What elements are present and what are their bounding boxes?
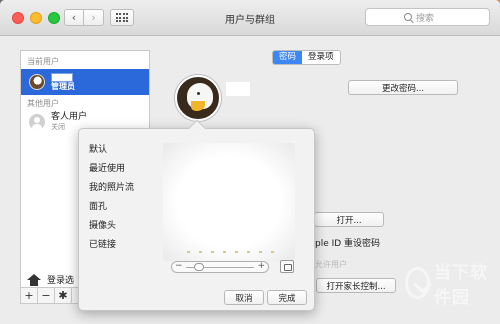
eagle-beak [191,101,205,111]
apple-id-reset-label: ple ID 重设密码 [315,239,381,249]
popover-arrow [188,119,206,137]
user-role: 管理员 [51,81,75,91]
zoom-thumb[interactable] [194,263,204,271]
house-icon [27,273,41,286]
tab-login-items[interactable]: 登录项 [302,51,340,64]
gear-icon[interactable]: ✱ [55,288,72,303]
back-button[interactable]: ‹ [64,9,84,26]
eagle-eye [197,92,200,95]
watermark-text: 当下软件园 [434,263,489,308]
zoom-out-icon: − [175,261,183,271]
camera-icon[interactable] [280,260,294,273]
done-button[interactable]: 完成 [267,290,307,305]
menu-item-camera[interactable]: 摄像头 [89,217,134,236]
zoom-in-icon: + [257,261,265,271]
cancel-button[interactable]: 取消 [224,290,264,305]
change-password-button[interactable]: 更改密码... [348,80,458,95]
avatar [29,74,45,90]
menu-item-photo-stream[interactable]: 我的照片流 [89,179,134,198]
user-item-admin[interactable]: 管理员 [21,69,149,95]
menu-item-recent[interactable]: 最近使用 [89,160,134,179]
minimize-button[interactable] [30,12,42,24]
remove-user-button[interactable]: − [38,288,55,303]
login-options-item[interactable]: 登录选 [27,273,74,286]
guest-name: 客人用户 [51,112,88,122]
users-groups-window: ‹ › 用户与群组 搜索 当前用户 管理员 其他用户 客人用户 关闭 登录选 +… [0,0,500,324]
chevron-right-icon: › [91,11,96,24]
picture-preview [163,143,295,261]
window-title: 用户与群组 [225,15,275,26]
menu-item-default[interactable]: 默认 [89,141,134,160]
other-users-label: 其他用户 [27,99,59,108]
close-button[interactable] [12,12,24,24]
tab-password[interactable]: 密码 [273,51,303,64]
menu-item-linked[interactable]: 已链接 [89,236,134,255]
watermark-logo-icon [405,267,431,299]
watermark: 当下软件园 [405,258,500,308]
search-field[interactable]: 搜索 [365,8,490,26]
user-name-field [226,82,250,96]
search-icon [404,13,412,21]
grid-icon [115,13,129,22]
tab-bar: 密码 登录项 [272,50,341,65]
zoom-slider[interactable]: − + [171,261,269,273]
menu-item-faces[interactable]: 面孔 [89,198,134,217]
user-name-redacted [51,72,73,82]
guest-avatar-icon [29,114,45,130]
picture-source-menu: 默认 最近使用 我的照片流 面孔 摄像头 已链接 [89,141,134,255]
forward-button[interactable]: › [84,9,104,26]
titlebar: ‹ › 用户与群组 搜索 [0,0,500,36]
user-picture[interactable] [175,75,221,121]
show-all-button[interactable] [110,9,134,26]
maximize-button[interactable] [48,12,60,24]
chevron-left-icon: ‹ [71,11,77,24]
preview-dots [187,251,277,253]
allow-admin-label: 允许用户 [315,260,347,269]
login-options-label: 登录选 [47,276,75,286]
add-user-button[interactable]: + [21,288,38,303]
picture-picker-popover: 默认 最近使用 我的照片流 面孔 摄像头 已链接 − + 取消 完成 [78,119,315,311]
current-users-label: 当前用户 [27,57,59,66]
search-placeholder: 搜索 [416,13,435,24]
open-button[interactable]: 打开... [314,212,384,227]
parental-controls-button[interactable]: 打开家长控制... [316,278,396,293]
